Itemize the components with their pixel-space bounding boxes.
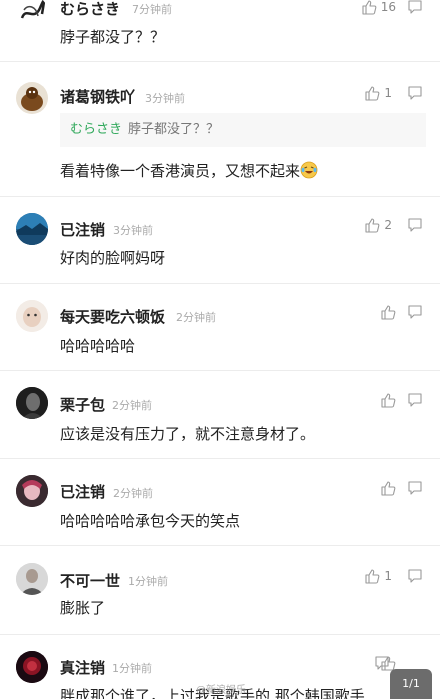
like-button[interactable]: 2 [364, 217, 392, 233]
thumbs-up-icon [381, 305, 396, 320]
like-count: 1 [384, 569, 392, 583]
like-button[interactable] [380, 304, 400, 320]
reply-icon[interactable] [407, 568, 423, 584]
avatar[interactable] [16, 300, 48, 332]
like-count: 1 [384, 86, 392, 100]
comment-text: 应该是没有压力了，就不注意身材了。 [60, 425, 316, 443]
comment-item: 已注销 3分钟前 2 好肉的脸啊妈呀 [0, 197, 440, 284]
thumbs-up-icon [381, 393, 396, 408]
username[interactable]: 诸葛钢铁吖 [60, 86, 135, 107]
comment-time: 2分钟前 [113, 487, 153, 500]
reply-icon[interactable] [407, 217, 423, 233]
avatar[interactable] [16, 387, 48, 419]
comment-text: 膨胀了 [60, 599, 106, 617]
like-count: 2 [384, 218, 392, 232]
avatar[interactable] [16, 82, 48, 114]
comment-time: 3分钟前 [113, 224, 153, 237]
comment-item: 诸葛钢铁吖 3分钟前 1 むらさき 脖子都没了？？ 看着特像一个香港演员，又想不起… [0, 62, 440, 197]
reply-icon[interactable] [407, 85, 423, 101]
like-button[interactable]: 1 [364, 85, 392, 101]
reply-icon[interactable] [407, 0, 423, 15]
quoted-comment: むらさき 脖子都没了？？ [60, 113, 426, 147]
comment-text: 脖子都没了？？ [60, 28, 166, 46]
avatar[interactable] [16, 651, 48, 683]
username[interactable]: 真注销 [60, 657, 105, 678]
reply-icon[interactable] [374, 655, 390, 671]
username[interactable]: 栗子包 [60, 394, 105, 415]
comment-text: 看着特像一个香港演员，又想不起来 [60, 160, 318, 181]
like-button[interactable]: 1 [364, 568, 392, 584]
avatar[interactable] [16, 213, 48, 245]
thumbs-up-icon [365, 86, 380, 101]
avatar[interactable] [16, 563, 48, 595]
comment-item: むらさき 7分钟前 16 脖子都没了？？ [0, 0, 440, 62]
username[interactable]: 每天要吃六顿饭 [60, 306, 165, 327]
comment-text: 哈哈哈哈哈 [60, 337, 136, 355]
comment-time: 7分钟前 [132, 3, 172, 16]
comment-item: 栗子包 2分钟前 应该是没有压力了，就不注意身材了。 [0, 371, 440, 459]
reply-icon[interactable] [407, 392, 423, 408]
comment-time: 3分钟前 [145, 92, 185, 105]
like-button[interactable] [380, 392, 400, 408]
comment-time: 1分钟前 [112, 662, 152, 675]
avatar[interactable] [16, 475, 48, 507]
watermark: @新浪娱乐 [196, 685, 246, 696]
comment-time: 2分钟前 [176, 311, 216, 324]
comment-text: 好肉的脸啊妈呀 [60, 249, 166, 267]
username[interactable]: 不可一世 [60, 570, 120, 591]
like-button[interactable] [380, 480, 400, 496]
reply-icon[interactable] [407, 480, 423, 496]
like-button[interactable]: 16 [361, 0, 396, 15]
username[interactable]: 已注销 [60, 481, 105, 502]
reply-icon[interactable] [407, 304, 423, 320]
comment-text: 哈哈哈哈哈承包今天的笑点 [60, 512, 241, 530]
username[interactable]: むらさき [60, 0, 120, 19]
comment-time: 2分钟前 [112, 399, 152, 412]
username[interactable]: 已注销 [60, 219, 105, 240]
comment-item: 不可一世 1分钟前 1 膨胀了 [0, 546, 440, 635]
comment-item: 已注销 2分钟前 哈哈哈哈哈承包今天的笑点 [0, 459, 440, 546]
quoted-text: 脖子都没了？？ [128, 122, 220, 137]
page-indicator[interactable]: 1/1 [390, 669, 432, 699]
thumbs-up-icon [365, 218, 380, 233]
avatar[interactable] [16, 0, 48, 28]
thumbs-up-icon [381, 481, 396, 496]
thumbs-up-icon [362, 0, 377, 15]
quoted-username[interactable]: むらさき [70, 122, 122, 137]
comment-time: 1分钟前 [128, 575, 168, 588]
thumbs-up-icon [365, 569, 380, 584]
comment-item: 每天要吃六顿饭 2分钟前 哈哈哈哈哈 [0, 284, 440, 371]
like-count: 16 [380, 0, 396, 14]
laughing-tears-emoji [300, 161, 318, 179]
comment-text-body: 看着特像一个香港演员，又想不起来 [60, 162, 301, 180]
